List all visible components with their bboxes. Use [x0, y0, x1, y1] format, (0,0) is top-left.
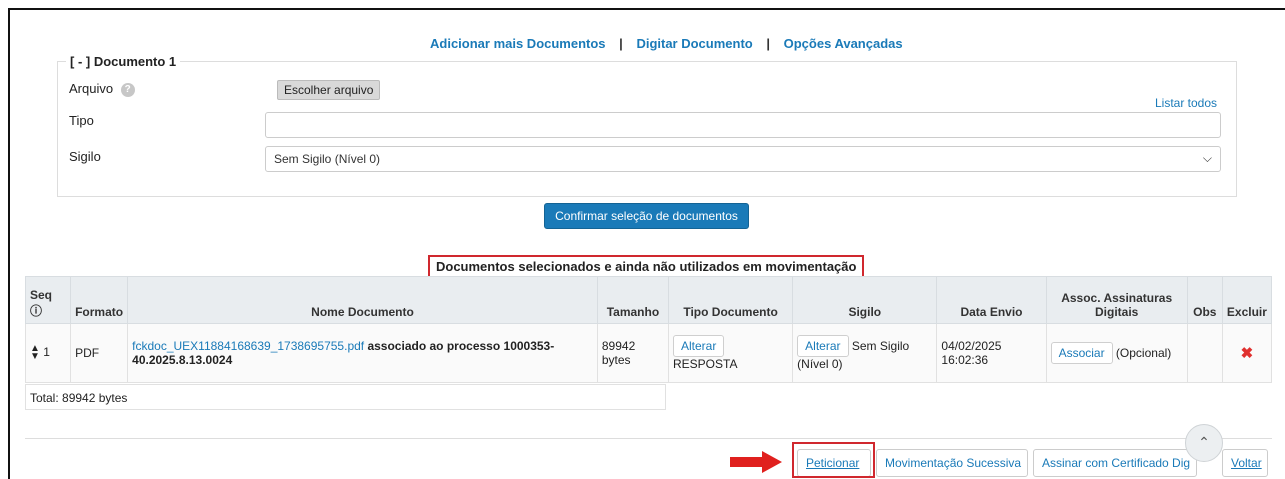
header-excluir: Excluir — [1221, 276, 1273, 324]
header-obs: Obs — [1186, 276, 1223, 324]
documents-table: Seq ⓘ Formato Nome Documento Tamanho Tip… — [24, 276, 1273, 383]
tipo-input[interactable] — [265, 112, 1221, 138]
associar-button[interactable]: Associar — [1050, 342, 1113, 364]
header-seq: Seq ⓘ — [24, 276, 72, 324]
document-legend[interactable]: [ - ] Documento 1 — [66, 54, 180, 69]
scroll-top-button[interactable]: ⌃ — [1185, 424, 1223, 462]
opcional-text: (Opcional) — [1115, 346, 1172, 360]
alterar-sigilo-button[interactable]: Alterar — [797, 335, 849, 357]
excluir-cell: ✖ — [1221, 323, 1273, 383]
add-documents-link[interactable]: Adicionar mais Documentos — [430, 36, 606, 51]
movimentacao-sucessiva-button[interactable]: Movimentação Sucessiva — [876, 449, 1028, 477]
data-cell: 04/02/2025 16:02:36 — [936, 323, 1047, 383]
formato-cell: PDF — [70, 323, 129, 383]
sigilo-cell: Alterar Sem Sigilo (Nível 0) — [792, 323, 938, 383]
header-tipo: Tipo Documento — [667, 276, 794, 324]
tipo-value: RESPOSTA — [672, 357, 738, 371]
header-formato: Formato — [70, 276, 129, 324]
assinar-certificado-button[interactable]: Assinar com Certificado Dig — [1033, 449, 1197, 477]
header-seq-label: Seq — [30, 288, 53, 302]
table-row: ▲ ▼ 1 PDF fckdoc_UEX11884168639_173869575… — [24, 323, 1273, 383]
table-header-row: Seq ⓘ Formato Nome Documento Tamanho Tip… — [24, 276, 1273, 324]
alterar-tipo-button[interactable]: Alterar — [672, 335, 725, 357]
header-sigilo: Sigilo — [792, 276, 938, 324]
type-document-link[interactable]: Digitar Documento — [636, 36, 752, 51]
divider — [25, 438, 1272, 439]
selected-documents-title: Documentos selecionados e ainda não util… — [428, 255, 865, 278]
document-actions: Adicionar mais Documentos | Digitar Docu… — [430, 36, 903, 51]
reorder-arrows-icon[interactable]: ▲ ▼ — [30, 344, 40, 362]
choose-file-button[interactable]: Escolher arquivo — [277, 80, 381, 100]
header-tamanho: Tamanho — [596, 276, 669, 324]
separator: | — [619, 36, 623, 51]
sigilo-select[interactable]: Sem Sigilo (Nível 0) ⌵ — [265, 146, 1221, 172]
help-icon[interactable]: ⓘ — [30, 304, 42, 318]
help-icon[interactable]: ? — [120, 82, 135, 97]
advanced-options-link[interactable]: Opções Avançadas — [784, 36, 903, 51]
sigilo-label: Sigilo — [69, 149, 101, 164]
arrow-right-icon — [730, 451, 782, 473]
obs-cell — [1186, 323, 1223, 383]
sigilo-select-value: Sem Sigilo (Nível 0) — [274, 152, 381, 166]
nome-cell: fckdoc_UEX11884168639_1738695755.pdf ass… — [127, 323, 598, 383]
confirm-selection-button[interactable]: Confirmar seleção de documentos — [544, 203, 749, 229]
header-assoc: Assoc. Assinaturas Digitais — [1045, 276, 1188, 324]
header-data: Data Envio — [936, 276, 1047, 324]
assoc-cell: Associar (Opcional) — [1045, 323, 1188, 383]
tipo-label: Tipo — [69, 113, 94, 128]
document-file-link[interactable]: fckdoc_UEX11884168639_1738695755.pdf — [132, 339, 364, 353]
arquivo-label: Arquivo ? — [69, 81, 135, 97]
seq-cell: ▲ ▼ 1 — [24, 323, 72, 383]
tipo-cell: Alterar RESPOSTA — [667, 323, 794, 383]
list-all-link[interactable]: Listar todos — [1155, 96, 1217, 110]
total-size: Total: 89942 bytes — [25, 384, 666, 410]
tamanho-cell: 89942 bytes — [596, 323, 669, 383]
chevron-down-icon: ⌵ — [1202, 151, 1212, 165]
peticionar-highlight — [792, 442, 875, 478]
separator: | — [766, 36, 770, 51]
delete-icon[interactable]: ✖ — [1241, 345, 1254, 362]
header-nome: Nome Documento — [127, 276, 598, 324]
voltar-button[interactable]: Voltar — [1222, 449, 1268, 477]
chevron-up-icon: ⌃ — [1198, 434, 1210, 450]
seq-value: 1 — [43, 345, 50, 360]
arquivo-label-text: Arquivo — [69, 81, 114, 96]
